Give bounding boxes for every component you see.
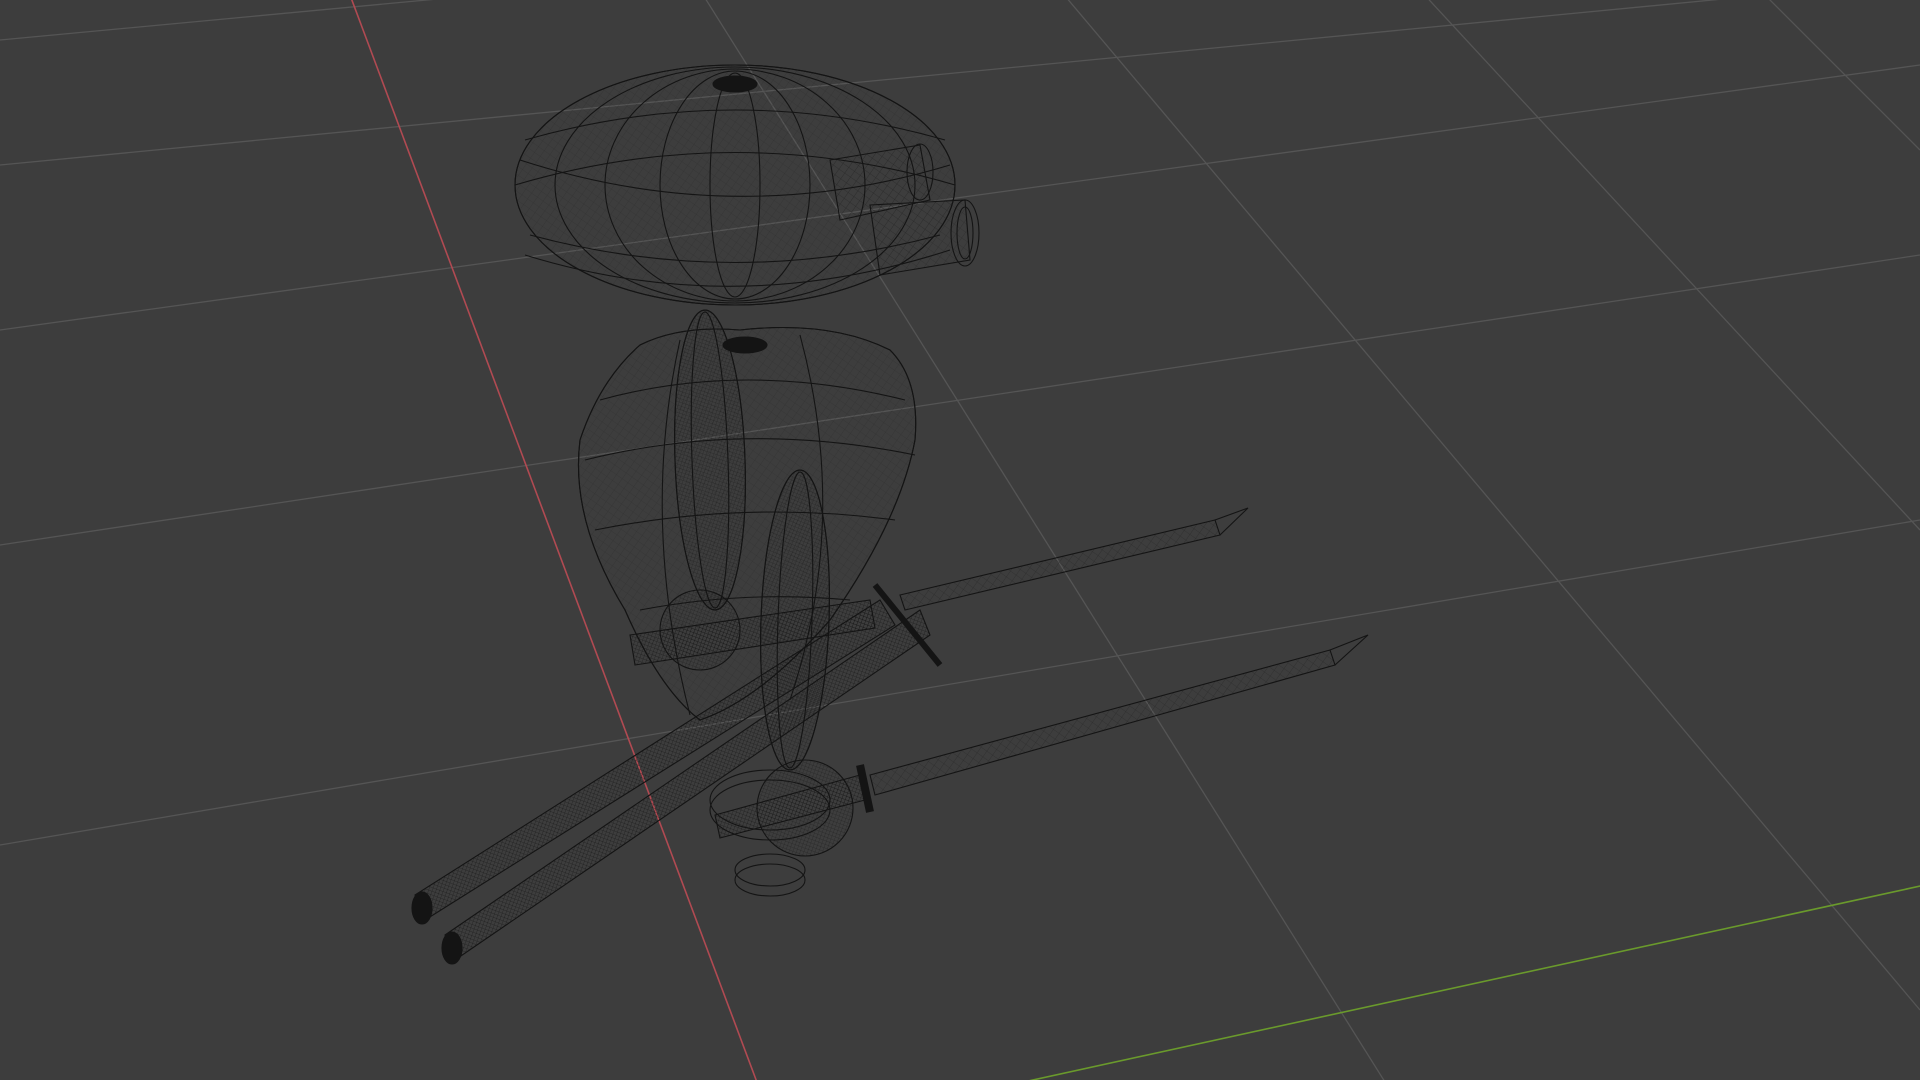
viewport-background — [0, 0, 1920, 1080]
3d-viewport[interactable] — [0, 0, 1920, 1080]
